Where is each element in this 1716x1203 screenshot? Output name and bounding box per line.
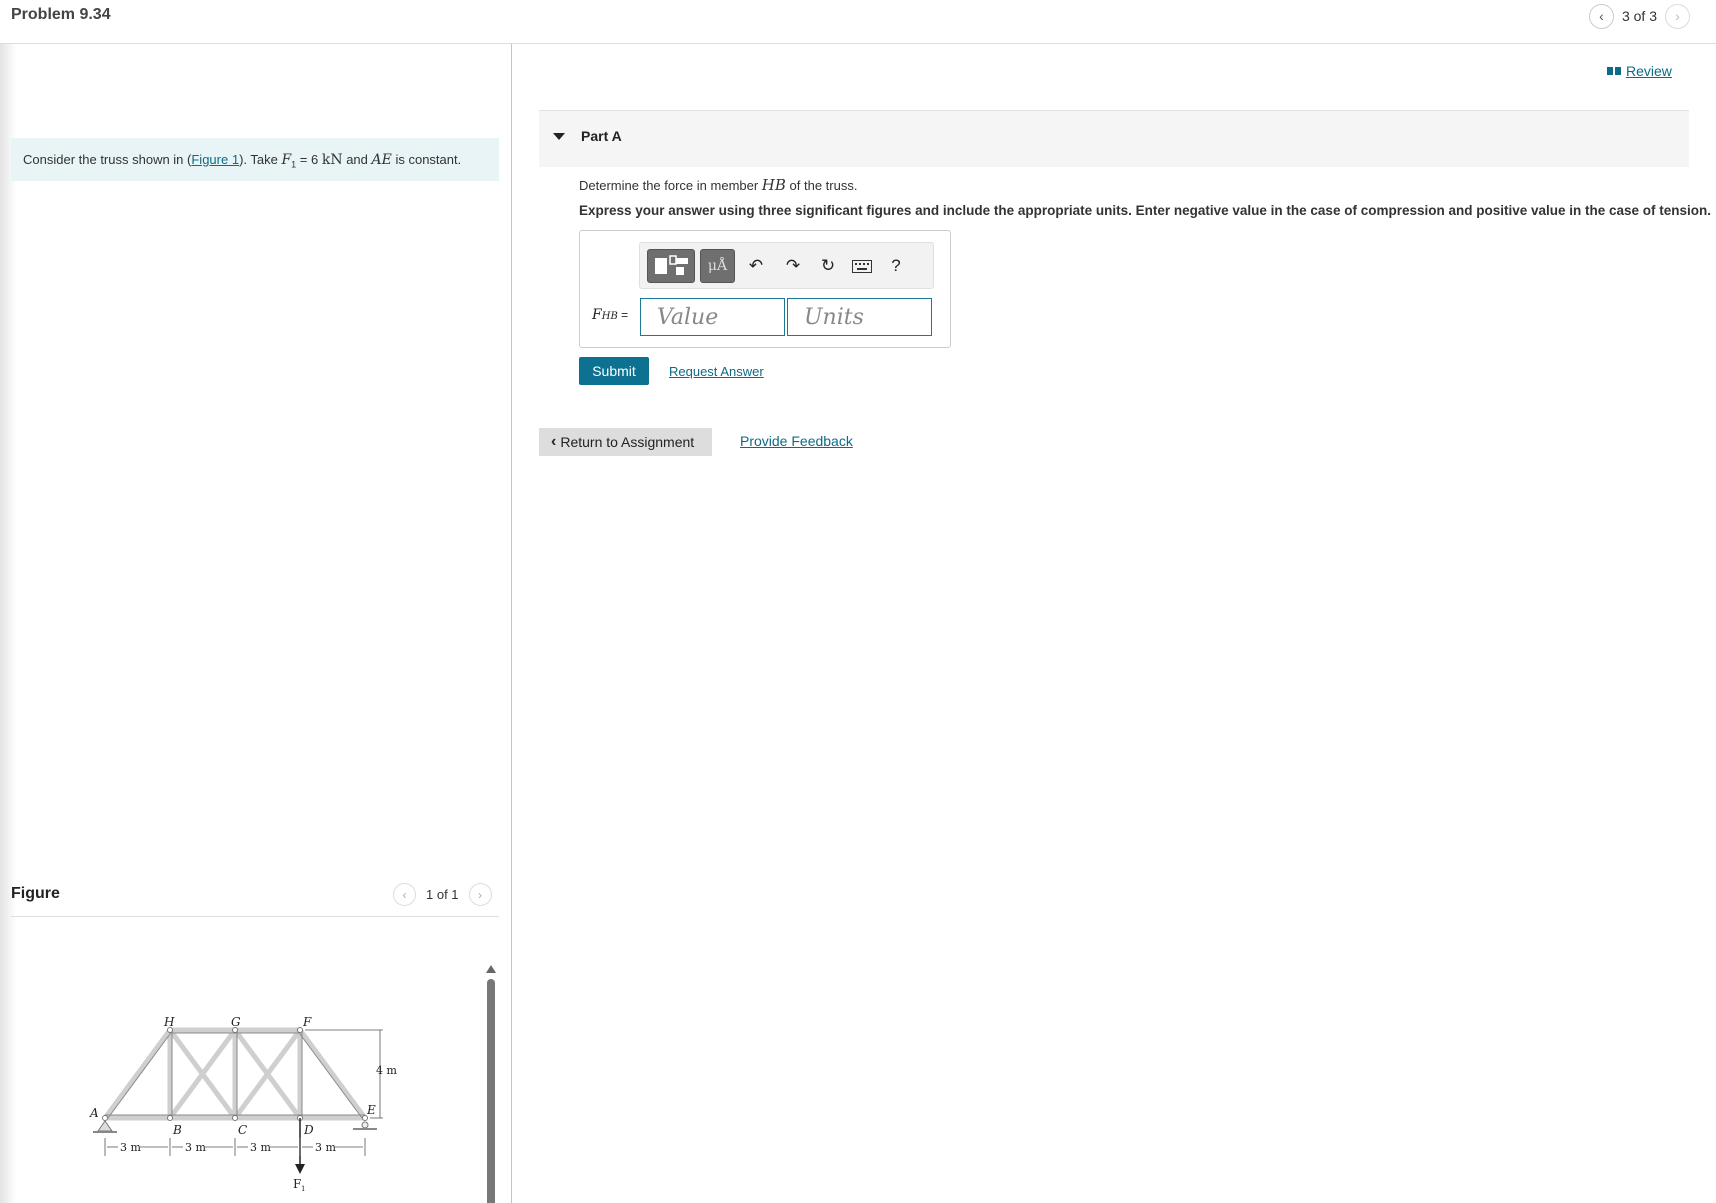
chevron-left-icon: ‹ bbox=[551, 433, 557, 450]
node-g-label: G bbox=[231, 1015, 241, 1029]
chevron-right-icon: › bbox=[1675, 8, 1680, 24]
intro-text: ). Take bbox=[239, 152, 282, 167]
answer-box: μÅ ↶ ↷ ↻ ? FHB = bbox=[579, 230, 951, 348]
span-dimension-label: 3 m bbox=[185, 1141, 206, 1154]
reset-button[interactable]: ↻ bbox=[815, 253, 841, 279]
question-text: Determine the force in member HB of the … bbox=[579, 176, 857, 194]
f1-value: = 6 bbox=[296, 152, 322, 167]
top-bar: Problem 9.34 ‹ 3 of 3 › bbox=[0, 0, 1716, 44]
problem-pager-text: 3 of 3 bbox=[1621, 8, 1657, 24]
load-label-sub: 1 bbox=[301, 1185, 305, 1193]
submit-button[interactable]: Submit bbox=[579, 357, 649, 385]
question-part: Determine the force in member bbox=[579, 178, 762, 193]
return-to-assignment-button[interactable]: ‹ Return to Assignment bbox=[539, 428, 712, 456]
figure-pager: ‹ 1 of 1 › bbox=[393, 883, 492, 906]
book-icon bbox=[1607, 67, 1621, 75]
answer-eq: = bbox=[617, 308, 629, 322]
answer-symbol: F bbox=[592, 307, 602, 323]
answer-label: FHB = bbox=[592, 307, 628, 323]
part-title: Part A bbox=[581, 128, 622, 144]
ae-symbol: AE bbox=[371, 152, 392, 168]
height-dimension-label: 4 m bbox=[376, 1064, 397, 1077]
intro-text: and bbox=[342, 152, 372, 167]
f1-symbol: F bbox=[281, 152, 292, 168]
span-dimension-label: 3 m bbox=[120, 1141, 141, 1154]
keyboard-icon bbox=[852, 259, 872, 273]
chevron-left-icon: ‹ bbox=[1599, 8, 1604, 24]
problem-pager: ‹ 3 of 3 › bbox=[1588, 3, 1690, 29]
redo-icon: ↷ bbox=[785, 256, 801, 275]
redo-button[interactable]: ↷ bbox=[780, 253, 806, 279]
intro-text: is constant. bbox=[391, 152, 462, 167]
scroll-thumb[interactable] bbox=[487, 979, 495, 1203]
problem-intro: Consider the truss shown in (Figure 1). … bbox=[11, 138, 499, 181]
scroll-up-icon[interactable] bbox=[486, 965, 496, 973]
figure-scrollbar[interactable] bbox=[486, 965, 496, 1203]
figure-link[interactable]: Figure 1 bbox=[191, 152, 239, 167]
templates-icon bbox=[655, 255, 688, 275]
node-f-label: F bbox=[302, 1015, 312, 1029]
caret-down-icon bbox=[553, 133, 565, 140]
span-dimension-label: 3 m bbox=[250, 1141, 271, 1154]
node-e-label: E bbox=[366, 1103, 376, 1117]
review-label: Review bbox=[1626, 63, 1672, 79]
request-answer-link[interactable]: Request Answer bbox=[669, 364, 764, 379]
part-a-header[interactable]: Part A bbox=[539, 110, 1689, 167]
templates-button[interactable] bbox=[647, 249, 695, 283]
math-toolbar: μÅ ↶ ↷ ↻ ? bbox=[639, 242, 934, 289]
units-symbol: μÅ bbox=[707, 258, 728, 274]
intro-text: Consider the truss shown in ( bbox=[23, 152, 192, 167]
prev-problem-button[interactable]: ‹ bbox=[1588, 3, 1614, 29]
help-icon: ? bbox=[891, 256, 901, 275]
chevron-right-icon: › bbox=[478, 887, 483, 902]
answer-sub: HB bbox=[601, 311, 618, 322]
value-input[interactable] bbox=[640, 298, 785, 336]
figure-divider bbox=[11, 916, 499, 917]
pane-divider[interactable] bbox=[511, 44, 512, 1203]
prev-figure-button[interactable]: ‹ bbox=[393, 883, 416, 906]
node-c-label: C bbox=[238, 1123, 247, 1137]
provide-feedback-link[interactable]: Provide Feedback bbox=[740, 433, 853, 449]
chevron-left-icon: ‹ bbox=[402, 887, 407, 902]
node-b-label: B bbox=[172, 1123, 182, 1137]
member-symbol: HB bbox=[761, 176, 786, 194]
node-d-label: D bbox=[303, 1123, 314, 1137]
return-label: Return to Assignment bbox=[560, 434, 695, 450]
units-input[interactable] bbox=[787, 298, 932, 336]
review-link[interactable]: Review bbox=[1607, 63, 1672, 79]
truss-figure: A B C D E F G H 4 m 3 m 3 m 3 m 3 m F 1 bbox=[89, 1015, 397, 1193]
next-figure-button[interactable]: › bbox=[468, 883, 492, 906]
span-dimension-label: 3 m bbox=[315, 1141, 336, 1154]
reset-icon: ↻ bbox=[820, 256, 836, 275]
undo-icon: ↶ bbox=[748, 256, 764, 275]
undo-button[interactable]: ↶ bbox=[743, 253, 769, 279]
question-part: of the truss. bbox=[785, 178, 858, 193]
node-h-label: H bbox=[163, 1015, 175, 1029]
help-button[interactable]: ? bbox=[883, 253, 909, 279]
keyboard-button[interactable] bbox=[849, 253, 875, 279]
f1-unit: kN bbox=[321, 152, 343, 168]
figure-pager-text: 1 of 1 bbox=[426, 887, 459, 902]
node-a-label: A bbox=[89, 1106, 99, 1120]
figure-title: Figure bbox=[11, 885, 60, 902]
instruction-text: Express your answer using three signific… bbox=[579, 203, 1712, 218]
units-symbol-button[interactable]: μÅ bbox=[700, 249, 735, 283]
problem-title: Problem 9.34 bbox=[11, 6, 111, 23]
next-problem-button[interactable]: › bbox=[1665, 3, 1690, 29]
